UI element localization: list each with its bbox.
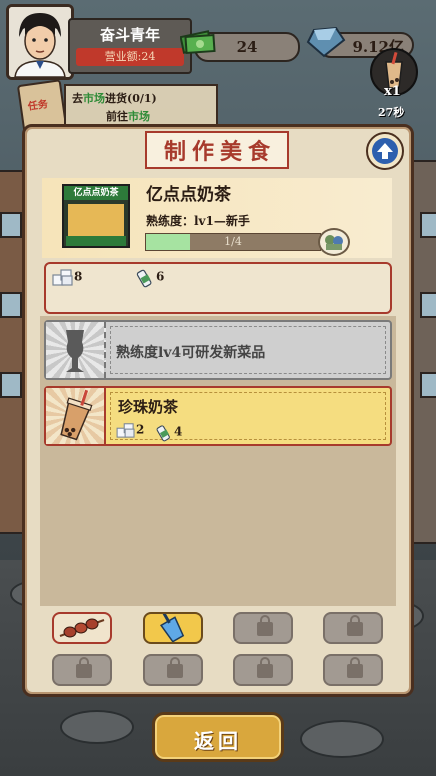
task-board-label: 任务: [27, 99, 49, 113]
panel-title: 制作美食: [145, 131, 289, 169]
proficiency-progress-bar: 1/4: [145, 233, 321, 251]
ingredient-sugar: 8: [52, 268, 82, 286]
recipe-pearl-milk-tea[interactable]: 珍珠奶茶 2 4: [44, 386, 392, 446]
task-strip: 去市场进货(0/1) 前往市场: [64, 84, 218, 128]
task-tracker[interactable]: 任务 去市场进货(0/1) 前往市场: [16, 79, 218, 133]
sugar-icon: [52, 269, 73, 286]
category-locked-button[interactable]: [233, 654, 293, 686]
proficiency-progress-text: 1/4: [224, 235, 242, 248]
category-locked-button[interactable]: [52, 654, 112, 686]
task-line-2-prefix: 前往: [106, 110, 128, 123]
recipe-requirement-milk: 4: [154, 422, 182, 442]
category-locked-button[interactable]: [323, 654, 383, 686]
lock-icon: [76, 657, 92, 678]
task-line-1-suffix: 进货(0/1): [105, 92, 157, 105]
cash-value: 24: [236, 38, 258, 56]
shop-name: 亿点点奶茶: [146, 185, 231, 205]
ingredient-milk-count: 6: [156, 269, 165, 284]
lock-icon: [257, 615, 273, 636]
panel-title-text: 制作美食: [163, 139, 276, 165]
cash-icon: [179, 26, 216, 60]
staff-icon[interactable]: [318, 228, 350, 256]
category-locked-button[interactable]: [323, 612, 383, 644]
lock-icon: [347, 615, 363, 636]
recipe-requirement-sugar: 2: [116, 422, 144, 438]
ingredient-sugar-count: 8: [74, 269, 83, 284]
lock-icon: [167, 657, 183, 678]
locked-drink-silhouette-icon: [66, 330, 84, 372]
upgrade-button[interactable]: [366, 132, 404, 170]
task-line-1: 去市场进货(0/1): [72, 90, 157, 106]
recipe-pearl-milk-tea-thumbnail: [46, 388, 106, 444]
recipe-locked-slot: 熟练度lv4可研发新菜品: [44, 320, 392, 380]
recipe-locked-hint: 熟练度lv4可研发新菜品: [116, 345, 266, 361]
category-skewer-button[interactable]: [52, 612, 112, 644]
back-button[interactable]: 返回: [152, 712, 284, 762]
category-milk-tea-button[interactable]: [143, 611, 203, 644]
pearl-milk-tea-icon: [60, 389, 93, 441]
lock-icon: [347, 657, 363, 678]
category-locked-button[interactable]: [233, 612, 293, 644]
milk-bottle-icon: [136, 269, 152, 288]
skewer-icon: [59, 618, 105, 638]
revenue-label: 营业额:24: [76, 48, 184, 66]
milk-tea-count: x1: [384, 84, 401, 99]
diamond-icon: [306, 26, 346, 62]
recipe-requirement-sugar-count: 2: [136, 422, 145, 437]
shop-proficiency: 熟练度：lv1—新手: [146, 214, 250, 228]
back-button-label: 返回: [194, 729, 242, 753]
milk-tea-cup-icon: [159, 611, 185, 643]
milk-tea-timer: 27秒: [378, 106, 405, 119]
task-line-1-prefix: 去: [72, 92, 83, 105]
arrow-up-icon: [372, 138, 398, 164]
recipe-locked-thumbnail: [46, 322, 106, 378]
category-locked-button[interactable]: [143, 654, 203, 686]
task-line-1-highlight: 市场: [83, 92, 105, 105]
lock-icon: [257, 657, 273, 678]
player-name: 奋斗青年: [99, 26, 160, 44]
ingredients-box: [44, 262, 392, 314]
ingredient-milk: 6: [134, 266, 164, 288]
sugar-icon: [116, 423, 135, 438]
milk-tea-counter[interactable]: x1 27秒: [370, 48, 418, 119]
shop-storefront-image: 亿点点奶茶: [62, 184, 130, 248]
player-avatar[interactable]: [6, 4, 74, 80]
player-info: 奋斗青年 营业额:24: [68, 18, 192, 74]
recipe-pearl-milk-tea-name: 珍珠奶茶: [118, 398, 179, 416]
shop-sign: 亿点点奶茶: [64, 186, 128, 200]
milk-bottle-icon: [156, 425, 170, 442]
recipe-requirement-milk-count: 4: [174, 424, 183, 439]
task-line-2[interactable]: 前往市场: [106, 108, 150, 124]
task-line-2-highlight: 市场: [128, 110, 150, 123]
